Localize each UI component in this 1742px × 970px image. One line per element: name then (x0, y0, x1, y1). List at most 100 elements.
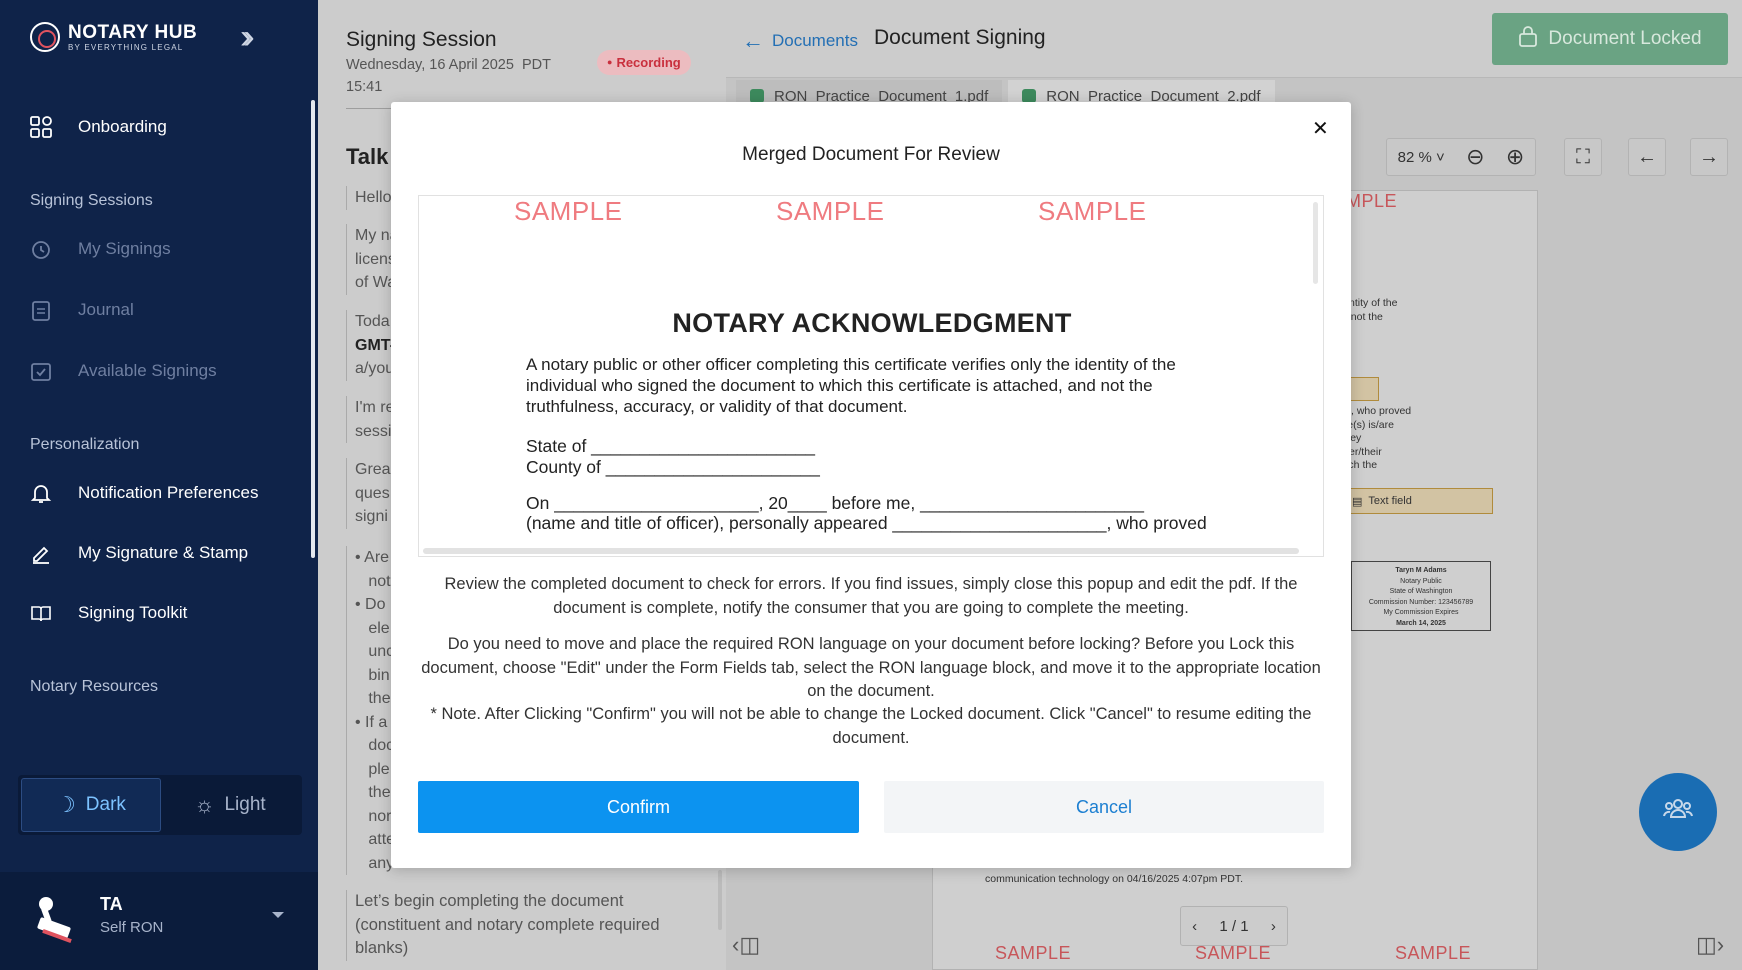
talk-text: ple (368, 760, 390, 778)
logo[interactable]: NOTARY HUB BY EVERYTHING LEGAL (30, 22, 197, 52)
page-pager: ‹ 1 / 1 › (1180, 906, 1288, 946)
talk-text: GMT- (355, 336, 395, 354)
arrow-left-icon: ← (742, 28, 764, 53)
sidebar-item-label: Journal (78, 300, 134, 319)
sidebar: NOTARY HUB BY EVERYTHING LEGAL ›› Onboar… (0, 0, 318, 970)
pen-icon (30, 542, 52, 564)
talk-text: • If a (355, 713, 388, 731)
calendar-check-icon (30, 360, 52, 382)
participants-fab[interactable] (1639, 773, 1717, 851)
theme-dark-button[interactable]: ☽ Dark (21, 778, 161, 832)
confirm-button[interactable]: Confirm (418, 781, 859, 833)
sidebar-item-journal[interactable]: Journal (30, 295, 134, 325)
preview-scrollbar-horizontal[interactable] (423, 548, 1299, 554)
preview-scrollbar-vertical[interactable] (1313, 202, 1318, 284)
sidebar-item-my-signings[interactable]: My Signings (30, 234, 171, 264)
talk-text: the (368, 784, 391, 801)
logo-title: NOTARY HUB (68, 21, 198, 43)
talk-track-title: Talk (346, 144, 389, 169)
talk-text: nor (368, 807, 392, 825)
pager-next-icon[interactable]: › (1271, 918, 1276, 935)
page-text-line: communication technology on 04/16/2025 4… (985, 872, 1243, 885)
talk-text: Grea (355, 461, 391, 478)
talk-text: licens (355, 250, 396, 268)
talk-text: • Are (355, 549, 390, 566)
talk-text: a/you (355, 360, 395, 377)
sidebar-item-label: Onboarding (78, 117, 167, 136)
sidebar-item-signing-toolkit[interactable]: Signing Toolkit (30, 598, 187, 628)
next-page-arrow-icon[interactable]: → (1690, 138, 1728, 176)
theme-light-button[interactable]: ☼ Light (161, 778, 299, 832)
talk-text: ele (368, 619, 390, 637)
add-page-left-icon[interactable]: ‹◫ (732, 932, 760, 958)
preview-line-name: (name and title of officer), personally … (526, 513, 1207, 533)
talk-item: Let’s begin completing the document (con… (346, 890, 706, 961)
stamp-icon (32, 894, 78, 944)
session-scrollbar[interactable] (718, 870, 722, 930)
people-group-icon (1663, 797, 1693, 828)
sidebar-item-onboarding[interactable]: Onboarding (30, 112, 167, 142)
preview-line-state: State of _______________________ (526, 436, 816, 456)
user-initials: TA (100, 894, 123, 914)
book-icon (30, 602, 52, 624)
sidebar-scrollbar[interactable] (311, 100, 315, 558)
document-locked-button[interactable]: Document Locked (1492, 13, 1728, 65)
previous-page-arrow-icon[interactable]: ← (1628, 138, 1666, 176)
close-icon[interactable]: ✕ (1312, 116, 1329, 141)
sidebar-item-label: Signing Toolkit (78, 603, 188, 622)
sidebar-item-label: Notification Preferences (78, 483, 259, 502)
sun-icon: ☼ (194, 792, 215, 817)
sidebar-item-notification-preferences[interactable]: Notification Preferences (30, 478, 258, 508)
section-notary-resources: Notary Resources (30, 678, 159, 695)
notary-stamp[interactable]: Taryn M Adams Notary Public State of Was… (1351, 561, 1491, 631)
user-profile[interactable]: TA Self RON (0, 872, 318, 970)
user-role: Self RON (100, 919, 164, 936)
grid-icon (30, 116, 52, 138)
document-preview[interactable]: SAMPLE SAMPLE SAMPLE NOTARY ACKNOWLEDGME… (418, 195, 1324, 557)
sample-watermark: SAMPLE (1195, 943, 1272, 963)
sample-watermark: SAMPLE (514, 196, 623, 226)
talk-text: • Do (355, 596, 386, 613)
sidebar-item-available-signings[interactable]: Available Signings (30, 356, 217, 386)
document-header: ← Documents Document Signing Document Lo… (726, 0, 1742, 78)
session-date: Wednesday, 16 April 2025 (346, 57, 514, 73)
preview-line-on: On _____________________, 20____ before … (526, 493, 1144, 513)
review-instructions: Review the completed document to check f… (444, 575, 1298, 617)
bell-icon (30, 482, 52, 504)
zoom-out-icon[interactable]: ⊖ (1466, 144, 1484, 170)
page-indicator: 1 / 1 (1219, 917, 1249, 935)
sidebar-item-signature-stamp[interactable]: My Signature & Stamp (30, 538, 248, 568)
add-page-right-icon[interactable]: ◫› (1696, 932, 1724, 958)
lock-note: * Note. After Clicking "Confirm" you wil… (430, 705, 1312, 747)
sidebar-item-label: My Signature & Stamp (78, 543, 249, 562)
moon-icon: ☽ (56, 792, 76, 817)
preview-line-county: County of ______________________ (526, 457, 820, 477)
document-title: Document Signing (874, 26, 1046, 49)
section-signing-sessions: Signing Sessions (30, 192, 153, 209)
zoom-level-select[interactable]: 82 % ˅ (1398, 149, 1445, 166)
talk-text: Toda (355, 313, 390, 330)
logo-subtitle: BY EVERYTHING LEGAL (68, 42, 184, 52)
sidebar-item-label: My Signings (78, 239, 171, 258)
fullscreen-icon[interactable]: ⛶ (1564, 138, 1602, 176)
zoom-in-icon[interactable]: ⊕ (1506, 144, 1524, 170)
preview-heading: NOTARY ACKNOWLEDGMENT (672, 308, 1072, 338)
text-field-label: Text field (1368, 495, 1412, 507)
text-field[interactable]: ▤ Text field (1343, 488, 1493, 514)
preview-paragraph: A notary public or other officer complet… (526, 355, 1176, 416)
cancel-button[interactable]: Cancel (884, 781, 1324, 833)
theme-dark-label: Dark (85, 794, 126, 815)
talk-text: signi (355, 508, 388, 525)
theme-light-label: Light (224, 794, 266, 815)
pager-prev-icon[interactable]: ‹ (1192, 918, 1197, 935)
caret-down-icon[interactable] (272, 912, 284, 918)
talk-text: sessi (355, 422, 392, 440)
expand-chevrons-icon[interactable]: ›› (240, 20, 254, 54)
clipboard-icon (30, 299, 52, 321)
talk-text: I'm re (355, 399, 395, 416)
section-personalization: Personalization (30, 436, 140, 453)
back-to-documents-link[interactable]: ← Documents (742, 28, 858, 54)
lock-button-label: Document Locked (1548, 28, 1702, 49)
sample-watermark: SAMPLE (995, 943, 1072, 963)
sample-watermark: SAMPLE (776, 196, 885, 226)
